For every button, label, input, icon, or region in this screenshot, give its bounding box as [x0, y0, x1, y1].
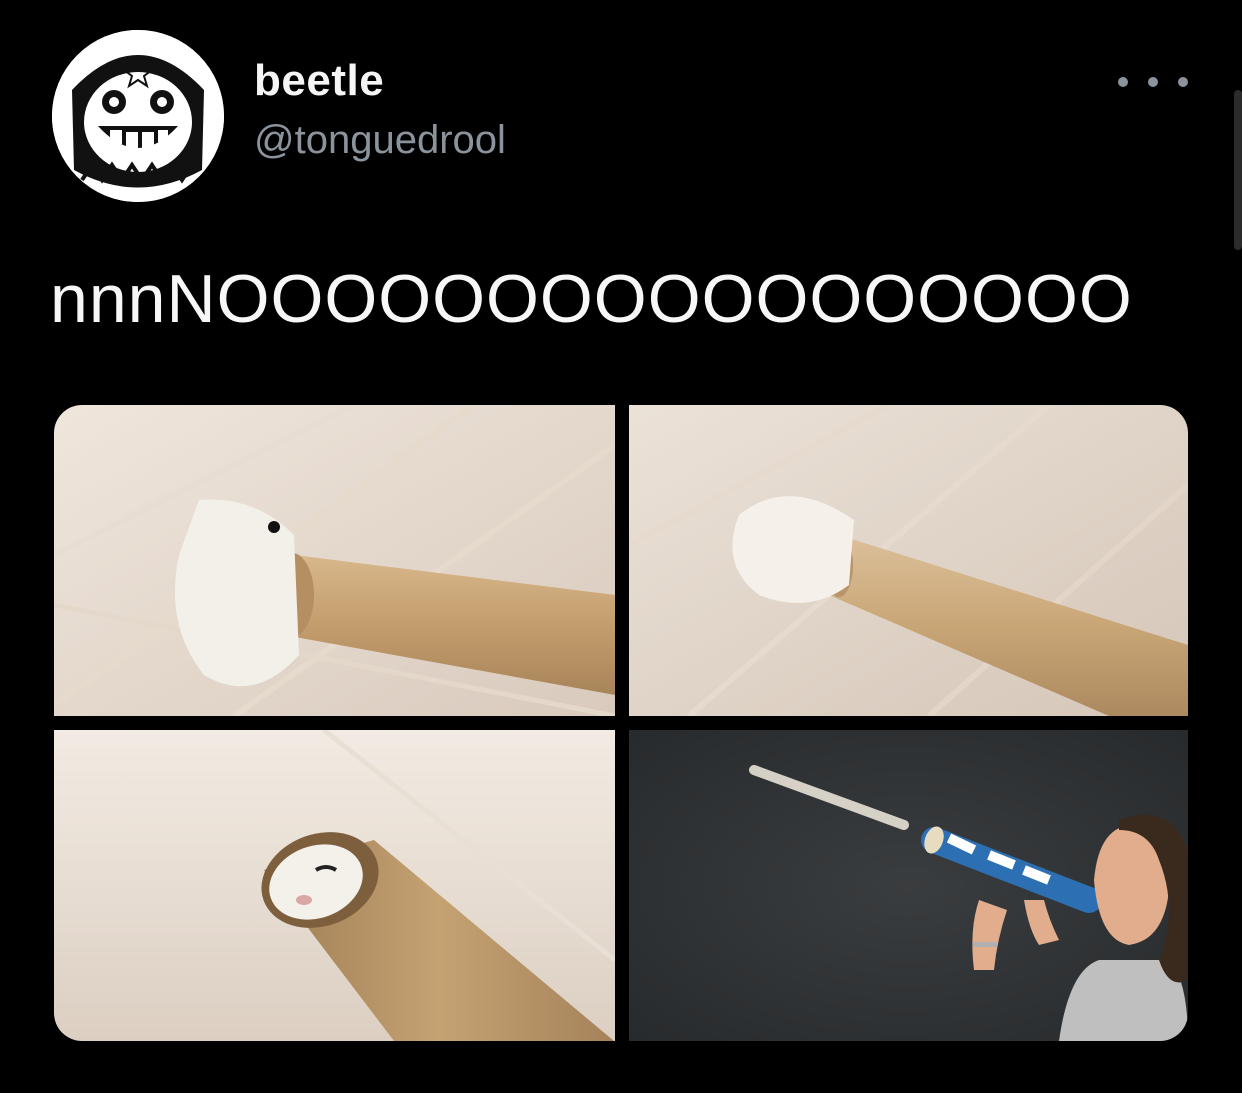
hamster-entering-tube-image — [54, 405, 615, 716]
more-options-button[interactable] — [1118, 62, 1188, 102]
grinning-face-icon — [52, 30, 224, 202]
scrollbar[interactable] — [1234, 90, 1242, 250]
more-options-icon — [1118, 77, 1128, 87]
media-grid — [54, 405, 1188, 1041]
tweet-text: nnnNOOOOOOOOOOOOOOOOO — [50, 261, 1133, 337]
woman-blowing-tube-image — [629, 730, 1188, 1041]
media-image-4[interactable] — [629, 730, 1188, 1041]
user-handle[interactable]: @tonguedrool — [254, 118, 506, 163]
media-image-3[interactable] — [54, 730, 615, 1041]
more-options-dot — [1178, 77, 1188, 87]
media-image-1[interactable] — [54, 405, 615, 716]
more-options-dot — [1148, 77, 1158, 87]
avatar[interactable] — [52, 30, 224, 202]
media-image-2[interactable] — [629, 405, 1188, 716]
hamster-inside-tube-image — [629, 405, 1188, 716]
display-name[interactable]: beetle — [254, 56, 384, 106]
hamster-peeking-from-tube-image — [54, 730, 615, 1041]
